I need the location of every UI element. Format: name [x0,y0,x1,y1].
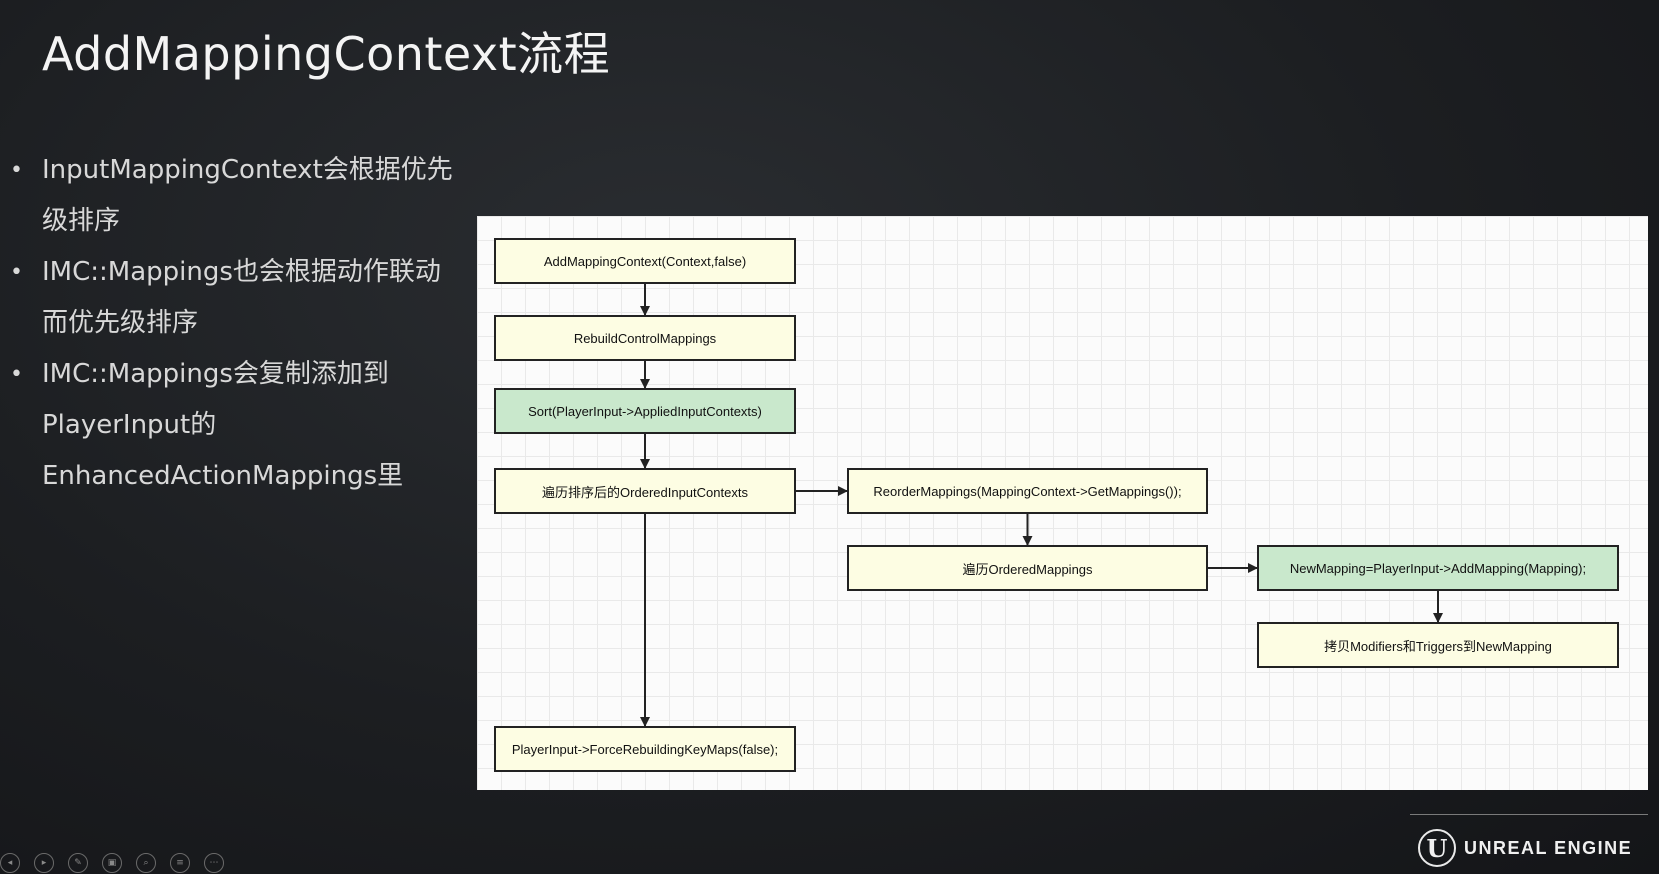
node-force-rebuild-keymaps: PlayerInput->ForceRebuildingKeyMaps(fals… [494,726,796,772]
more-icon[interactable]: ⋯ [204,853,224,873]
bullet-item: IMC::Mappings也会根据动作联动而优先级排序 [0,247,462,349]
node-reorder-mappings: ReorderMappings(MappingContext->GetMappi… [847,468,1208,514]
node-copy-modifiers-triggers: 拷贝Modifiers和Triggers到NewMapping [1257,622,1619,668]
unreal-logo-text: UNREAL ENGINE [1464,837,1633,858]
slide-title: AddMappingContext流程 [42,27,611,81]
node-iterate-ordered-contexts: 遍历排序后的OrderedInputContexts [494,468,796,514]
bullet-list: InputMappingContext会根据优先级排序 IMC::Mapping… [0,145,470,502]
play-icon[interactable]: ▸ [34,853,54,873]
logo-divider [1410,814,1648,815]
menu-icon[interactable]: ≡ [170,853,190,873]
copy-icon[interactable]: ▣ [102,853,122,873]
presentation-toolbar: ◂ ▸ ✎ ▣ ⌕ ≡ ⋯ [0,852,224,874]
zoom-icon[interactable]: ⌕ [136,853,156,873]
node-iterate-ordered-mappings: 遍历OrderedMappings [847,545,1208,591]
node-rebuild-control-mappings: RebuildControlMappings [494,315,796,361]
flowchart: AddMappingContext(Context,false) Rebuild… [477,216,1648,790]
node-add-mapping-context: AddMappingContext(Context,false) [494,238,796,284]
pen-icon[interactable]: ✎ [68,853,88,873]
node-add-mapping: NewMapping=PlayerInput->AddMapping(Mappi… [1257,545,1619,591]
node-sort-applied-contexts: Sort(PlayerInput->AppliedInputContexts) [494,388,796,434]
unreal-engine-logo: U UNREAL ENGINE [1418,829,1632,867]
bullet-item: IMC::Mappings会复制添加到PlayerInput的EnhancedA… [0,349,462,502]
unreal-logo-icon: U [1418,829,1456,867]
bullet-item: InputMappingContext会根据优先级排序 [0,145,462,247]
prev-icon[interactable]: ◂ [0,853,20,873]
